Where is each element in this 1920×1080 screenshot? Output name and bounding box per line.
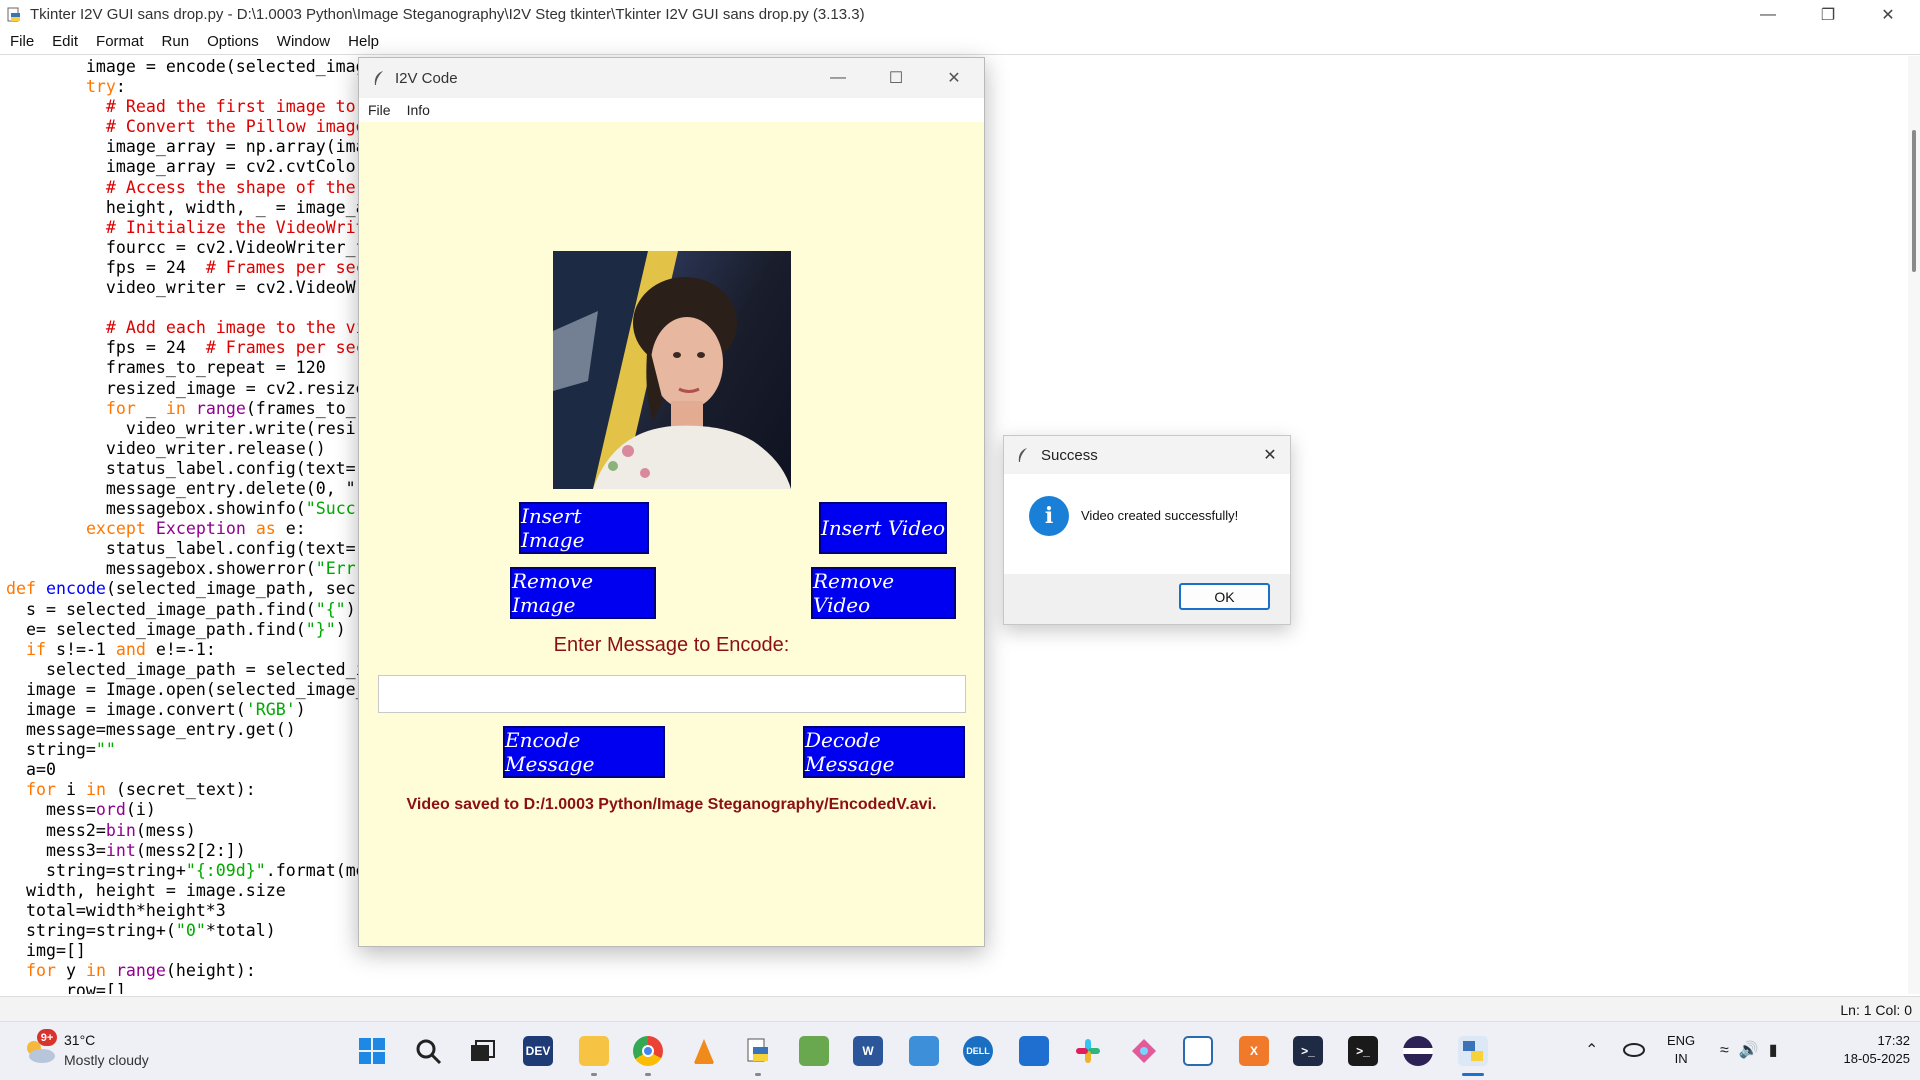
message-input[interactable] (378, 675, 966, 713)
window-app-icon[interactable] (1183, 1036, 1213, 1066)
date: 18-05-2025 (1843, 1051, 1911, 1066)
i2v-app-window: I2V Code — ☐ ✕ File Info Insert Image In… (358, 57, 985, 947)
code-text: image = encode(selected_imag try: # Read… (6, 57, 366, 994)
success-dialog: Success ✕ i Video created successfully! … (1003, 435, 1291, 625)
app-minimize-button[interactable]: — (809, 58, 867, 98)
git-icon[interactable] (1129, 1036, 1159, 1066)
app-menu-file[interactable]: File (368, 102, 391, 118)
running-indicator (645, 1073, 651, 1076)
task-view-icon[interactable] (467, 1036, 497, 1066)
volume-icon[interactable]: 🔊 (1739, 1042, 1769, 1059)
close-icon: ✕ (1263, 447, 1277, 464)
app-menu-info[interactable]: Info (407, 102, 430, 118)
powershell-icon[interactable]: >_ (1293, 1036, 1323, 1066)
dell-icon[interactable]: DELL (963, 1036, 993, 1066)
search-icon[interactable] (413, 1036, 443, 1066)
scrollbar-thumb[interactable] (1912, 130, 1916, 272)
system-tray-icons[interactable]: ≈🔊▮ (1720, 1040, 1788, 1060)
app-menubar: File Info (359, 98, 984, 122)
running-indicator (591, 1073, 597, 1076)
weather-description[interactable]: Mostly cloudy (64, 1052, 149, 1068)
dialog-titlebar: Success ✕ (1004, 436, 1290, 474)
eclipse-icon[interactable] (1403, 1036, 1433, 1066)
notification-badge: 9+ (37, 1029, 57, 1046)
python-idle-icon[interactable] (743, 1036, 773, 1066)
notepad-icon[interactable] (909, 1036, 939, 1066)
active-indicator (1462, 1073, 1484, 1076)
dialog-body: i Video created successfully! (1004, 474, 1290, 574)
message-prompt-label: Enter Message to Encode: (553, 634, 790, 656)
menu-options[interactable]: Options (207, 33, 259, 50)
menu-edit[interactable]: Edit (52, 33, 78, 50)
python-file-icon (7, 7, 20, 21)
menu-file[interactable]: File (10, 33, 34, 50)
region-code: IN (1674, 1051, 1688, 1066)
minimize-button[interactable]: — (1740, 0, 1796, 29)
slack-icon[interactable] (1073, 1036, 1103, 1066)
menu-window[interactable]: Window (277, 33, 330, 50)
remove-image-button[interactable]: Remove Image (510, 567, 656, 619)
store-icon[interactable] (1019, 1036, 1049, 1066)
maximize-icon: ☐ (888, 70, 904, 87)
close-icon: ✕ (1881, 6, 1895, 24)
close-button[interactable]: ✕ (1860, 0, 1916, 29)
tk-feather-icon (374, 71, 383, 85)
restore-button[interactable]: ❐ (1800, 0, 1856, 29)
status-label: Video saved to D:/1.0003 Python/Image St… (406, 796, 937, 813)
minimize-icon: — (830, 69, 846, 86)
chevron-up-icon[interactable]: ⌃ (1585, 1040, 1598, 1060)
menu-help[interactable]: Help (348, 33, 379, 50)
insert-video-button[interactable]: Insert Video (819, 502, 947, 554)
clock[interactable]: 17:32 18-05-2025 (1818, 1032, 1911, 1068)
app-title: I2V Code (395, 69, 458, 87)
chrome-icon[interactable] (633, 1036, 663, 1066)
language-indicator[interactable]: ENG IN (1667, 1032, 1695, 1068)
terminal-icon[interactable]: >_ (1348, 1036, 1378, 1066)
window-title: Tkinter I2V GUI sans drop.py - D:\1.0003… (30, 6, 865, 23)
ok-button[interactable]: OK (1179, 583, 1270, 610)
running-indicator (755, 1073, 761, 1076)
dialog-close-button[interactable]: ✕ (1256, 436, 1284, 474)
battery-icon[interactable]: ▮ (1769, 1042, 1788, 1059)
onedrive-sync-icon[interactable] (1622, 1038, 1646, 1063)
encode-message-button[interactable]: Encode Message (503, 726, 665, 778)
remove-video-button[interactable]: Remove Video (811, 567, 956, 619)
time: 17:32 (1877, 1033, 1910, 1048)
taskbar: 9+ 31°C Mostly cloudy DEV W DELL X >_ >_… (0, 1021, 1920, 1080)
decode-message-button[interactable]: Decode Message (803, 726, 965, 778)
dev-home-icon[interactable]: DEV (523, 1036, 553, 1066)
image-viewer-icon[interactable] (799, 1036, 829, 1066)
menu-format[interactable]: Format (96, 33, 144, 50)
app-titlebar: I2V Code — ☐ ✕ (359, 58, 984, 98)
word-icon[interactable]: W (853, 1036, 883, 1066)
selected-image-preview (553, 251, 791, 489)
idle-menubar: File Edit Format Run Options Window Help (0, 29, 1920, 54)
info-icon: i (1029, 496, 1069, 536)
cursor-position: Ln: 1 Col: 0 (1840, 1002, 1912, 1018)
weather-temperature[interactable]: 31°C (64, 1032, 95, 1048)
xampp-icon[interactable]: X (1239, 1036, 1269, 1066)
portrait-photo (553, 251, 791, 489)
language-code: ENG (1667, 1033, 1696, 1048)
file-explorer-icon[interactable] (579, 1036, 609, 1066)
vertical-scrollbar[interactable] (1908, 56, 1920, 994)
restore-icon: ❐ (1820, 6, 1836, 24)
dialog-message: Video created successfully! (1081, 508, 1239, 523)
idle-titlebar: Tkinter I2V GUI sans drop.py - D:\1.0003… (0, 0, 1920, 29)
minimize-icon: — (1760, 5, 1776, 23)
insert-image-button[interactable]: Insert Image (519, 502, 649, 554)
idle-status-bar: Ln: 1 Col: 0 (0, 996, 1920, 1021)
dialog-title: Success (1041, 446, 1098, 464)
close-icon: ✕ (947, 70, 961, 87)
wifi-icon[interactable]: ≈ (1720, 1042, 1739, 1059)
vlc-icon[interactable] (689, 1036, 719, 1066)
app-maximize-button[interactable]: ☐ (867, 58, 925, 98)
python-app-icon[interactable] (1458, 1036, 1488, 1066)
windows-start-icon[interactable] (357, 1036, 387, 1066)
menu-run[interactable]: Run (162, 33, 190, 50)
app-close-button[interactable]: ✕ (925, 58, 983, 98)
tk-feather-icon (1018, 448, 1027, 462)
